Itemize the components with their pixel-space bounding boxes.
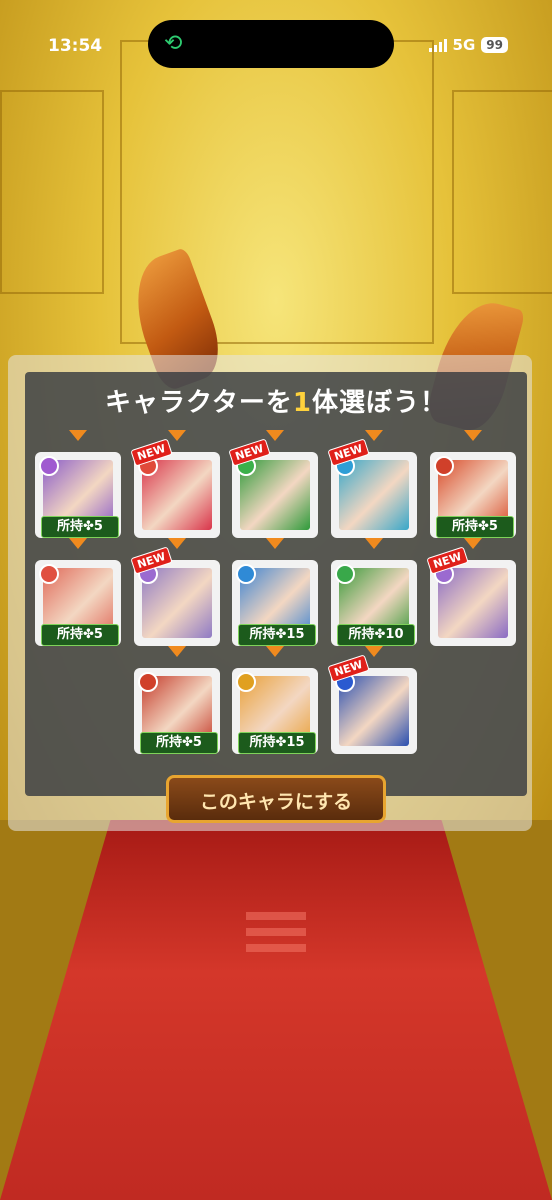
selection-arrow-icon [266,430,284,441]
network-label: 5G [452,36,476,54]
title-text: キャラクターを [104,388,293,418]
element-orb-icon [236,672,256,692]
owned-count-badge: 所持✤5 [41,516,119,538]
element-orb-icon [39,564,59,584]
carpet-arrow [246,944,306,952]
dynamic-island: ⟲ [148,20,394,68]
title-text-end: 体選ぼう！ [312,388,448,418]
select-character-button[interactable]: このキャラにする [166,775,386,823]
element-orb-icon [138,672,158,692]
character-card[interactable]: NEW [130,438,220,540]
status-indicators: 5G 99 [428,36,508,54]
selection-arrow-icon [168,646,186,657]
wall-panel [452,90,552,294]
character-card[interactable]: NEW [327,654,417,756]
element-orb-icon [335,564,355,584]
character-card[interactable]: 所持✤5 [35,452,121,540]
signal-icon [428,38,447,52]
selection-arrow-icon [69,538,87,549]
selection-arrow-icon [365,538,383,549]
selection-arrow-icon [365,430,383,441]
element-orb-icon [39,456,59,476]
character-card[interactable]: 所持✤15 [232,560,318,648]
status-time: 13:54 [48,36,103,56]
character-card[interactable]: 所持✤5 [35,560,121,648]
selection-arrow-icon [266,538,284,549]
title-count: 1 [292,388,313,418]
owned-count-badge: 所持✤5 [140,732,218,754]
carpet-arrow [246,912,306,920]
wall-panel [0,90,104,294]
owned-count-badge: 所持✤15 [238,624,316,646]
owned-count-badge: 所持✤5 [436,516,514,538]
character-card[interactable]: NEW [327,438,417,540]
owned-count-badge: 所持✤15 [238,732,316,754]
element-orb-icon [434,456,454,476]
character-card[interactable]: NEW [228,438,318,540]
dialog-title: キャラクターを1体選ぼう！ [0,382,552,419]
character-card[interactable]: NEW [426,546,516,648]
carpet-arrow [246,928,306,936]
selection-arrow-icon [464,430,482,441]
character-card[interactable]: 所持✤5 [134,668,220,756]
selection-arrow-icon [168,430,186,441]
element-orb-icon [236,564,256,584]
selection-arrow-icon [168,538,186,549]
owned-count-badge: 所持✤10 [337,624,415,646]
selection-arrow-icon [266,646,284,657]
selection-arrow-icon [69,430,87,441]
app-activity-icon: ⟲ [164,31,183,56]
selection-arrow-icon [464,538,482,549]
character-card[interactable]: 所持✤15 [232,668,318,756]
character-card[interactable]: 所持✤5 [430,452,516,540]
owned-count-badge: 所持✤5 [41,624,119,646]
battery-icon: 99 [481,37,508,53]
selection-arrow-icon [365,646,383,657]
character-card[interactable]: 所持✤10 [331,560,417,648]
character-card[interactable]: NEW [130,546,220,648]
